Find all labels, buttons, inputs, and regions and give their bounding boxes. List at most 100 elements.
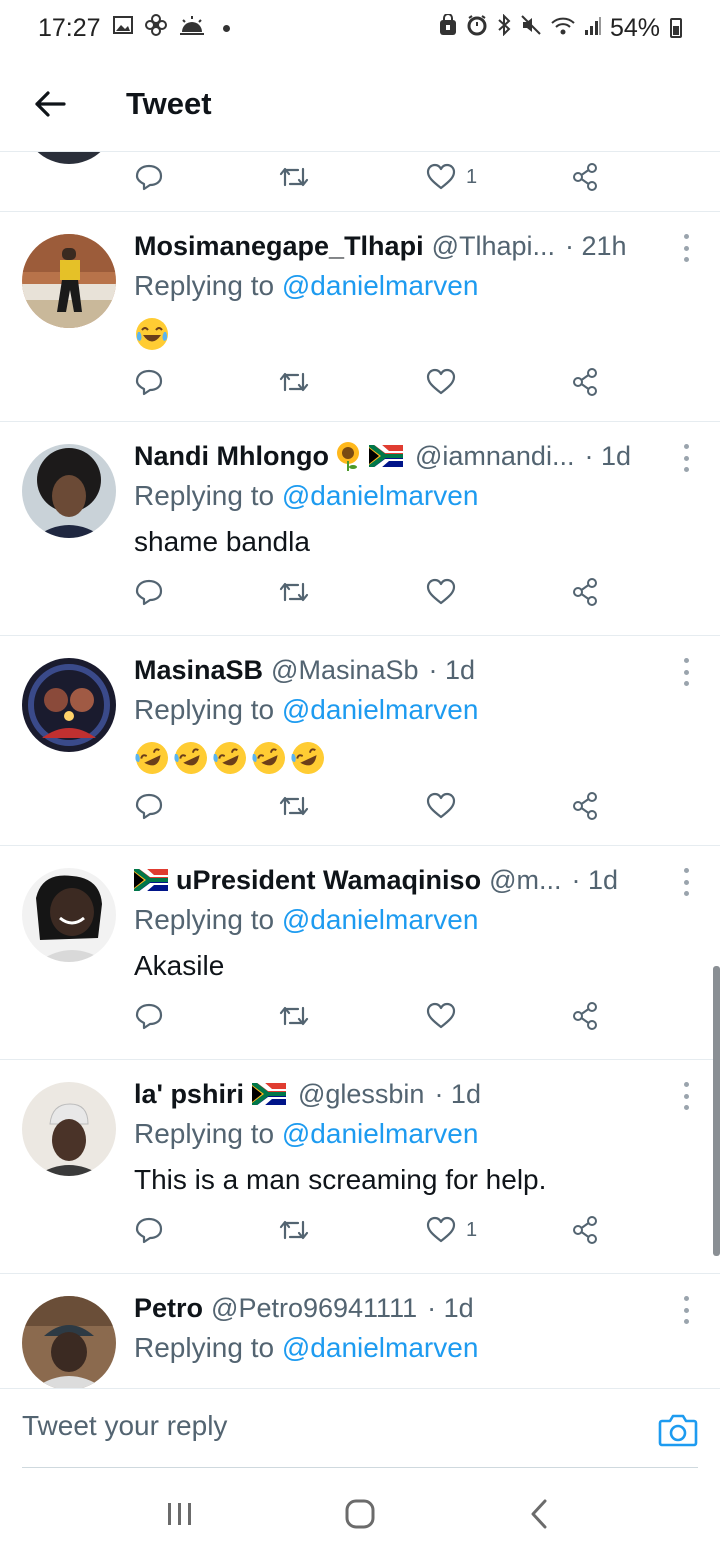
recent-apps-button[interactable] [150,1484,210,1544]
like-button[interactable]: 1 [426,1210,477,1250]
like-button[interactable]: 1 [426,157,477,197]
tweet-actions [134,786,720,826]
retweet-icon [279,1220,309,1240]
avatar[interactable] [22,234,116,328]
reply-feed[interactable]: 1 Mosimanegape_Tlhapi @Tlhapi... · 21h R… [0,152,720,1388]
mention-link[interactable]: @danielmarven [282,480,479,511]
heart-icon [426,1002,456,1029]
partial-tweet[interactable]: 1 [0,152,720,212]
avatar[interactable] [22,1296,116,1388]
mention-link[interactable]: @danielmarven [282,270,479,301]
tweet-item[interactable]: Petro @Petro96941111 · 1d Replying to @d… [0,1274,720,1388]
home-button[interactable] [330,1484,390,1544]
more-options-button[interactable] [680,868,692,896]
avatar[interactable] [22,1082,116,1176]
tweet-time[interactable]: · 21h [565,231,627,262]
like-button[interactable] [426,996,466,1036]
tweet-text: This is a man screaming for help. [134,1164,547,1195]
tweet-time[interactable]: · 1d [434,1079,481,1110]
rofl-emoji-icon [291,742,324,774]
reply-button[interactable] [134,362,164,402]
share-icon [573,792,597,820]
user-name[interactable]: MasinaSB [134,655,263,686]
avatar[interactable] [22,658,116,752]
user-handle[interactable]: @glessbin [298,1079,424,1110]
retweet-button[interactable] [278,786,310,826]
tweet-header: Mosimanegape_Tlhapi @Tlhapi... · 21h [134,226,662,266]
retweet-icon [279,1006,309,1026]
mention-link[interactable]: @danielmarven [282,904,479,935]
share-button[interactable] [570,786,600,826]
heart-icon [426,1216,456,1243]
chevron-left-icon [531,1499,547,1529]
more-options-button[interactable] [680,234,692,262]
tweet-time[interactable]: · 1d [571,865,618,896]
reply-input[interactable] [22,1403,622,1449]
tweet-item[interactable]: uPresident Wamaqiniso @m... · 1d Replyin… [0,846,720,1060]
reply-button[interactable] [134,157,164,197]
retweet-button[interactable] [278,996,310,1036]
tweet-actions: 1 [134,1210,720,1250]
reply-button[interactable] [134,996,164,1036]
user-handle[interactable]: @MasinaSb [271,655,418,686]
reply-button[interactable] [134,1210,164,1250]
like-button[interactable] [426,572,466,612]
system-back-button[interactable] [510,1484,570,1544]
retweet-button[interactable] [278,1210,310,1250]
like-button[interactable] [426,362,466,402]
back-button[interactable] [20,74,80,134]
user-name[interactable]: uPresident Wamaqiniso [176,865,481,896]
user-handle[interactable]: @m... [489,865,561,896]
retweet-button[interactable] [278,157,310,197]
top-app-bar: Tweet [0,56,720,152]
more-options-button[interactable] [680,1296,692,1324]
recent-apps-icon [168,1503,191,1525]
avatar[interactable] [22,152,116,164]
more-options-button[interactable] [680,444,692,472]
reply-composer [0,1388,720,1468]
share-icon [573,163,597,191]
avatar[interactable] [22,444,116,538]
user-name[interactable]: la' pshiri [134,1079,244,1110]
comment-icon [135,1003,163,1030]
share-button[interactable] [570,1210,600,1250]
share-button[interactable] [570,362,600,402]
retweet-icon [279,582,309,602]
tweet-header: Nandi Mhlongo @iamnandi... · 1d [134,436,662,476]
mute-icon [520,14,542,43]
tweet-time[interactable]: · 1d [427,1293,474,1324]
user-name[interactable]: Mosimanegape_Tlhapi [134,231,424,262]
share-icon [573,578,597,606]
tweet-item[interactable]: MasinaSB @MasinaSb · 1d Replying to @dan… [0,636,720,846]
tweet-item[interactable]: Mosimanegape_Tlhapi @Tlhapi... · 21h Rep… [0,212,720,422]
like-button[interactable] [426,786,466,826]
share-button[interactable] [570,996,600,1036]
camera-button[interactable] [658,1413,698,1449]
battery-percent: 54% [609,13,660,42]
user-handle[interactable]: @Tlhapi... [432,231,555,262]
reply-button[interactable] [134,572,164,612]
more-options-button[interactable] [680,658,692,686]
user-handle[interactable]: @Petro96941111 [211,1293,417,1324]
tweet-time[interactable]: · 1d [429,655,476,686]
mention-link[interactable]: @danielmarven [282,694,479,725]
tweet-item[interactable]: la' pshiri @glessbin · 1d Replying to @d… [0,1060,720,1274]
scrollbar[interactable] [713,966,720,1256]
share-button[interactable] [570,572,600,612]
tweet-text: Akasile [134,950,225,981]
sunflower-emoji-icon [336,442,359,471]
avatar[interactable] [22,868,116,962]
share-button[interactable] [570,157,600,197]
user-handle[interactable]: @iamnandi... [415,441,574,472]
user-name[interactable]: Petro [134,1293,203,1324]
mention-link[interactable]: @danielmarven [282,1332,479,1363]
mention-link[interactable]: @danielmarven [282,1118,479,1149]
tweet-item[interactable]: Nandi Mhlongo @iamnandi... · 1d Replying… [0,422,720,636]
user-name[interactable]: Nandi Mhlongo [134,441,329,472]
reply-button[interactable] [134,786,164,826]
retweet-button[interactable] [278,362,310,402]
replying-label: Replying to [134,270,275,301]
retweet-button[interactable] [278,572,310,612]
tweet-time[interactable]: · 1d [584,441,631,472]
more-options-button[interactable] [680,1082,692,1110]
